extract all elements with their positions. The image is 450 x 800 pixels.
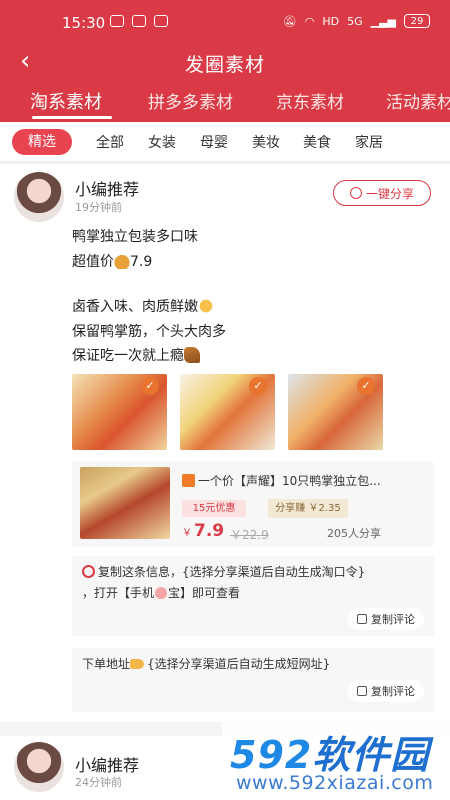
category-baby[interactable]: 母婴 [200, 132, 228, 152]
product-name-text: 一个价【声耀】10只鸭掌独立包... [198, 474, 381, 488]
tab-taoxi[interactable]: 淘系素材 [30, 88, 102, 114]
copy-icon [357, 614, 367, 624]
clap-icon [198, 298, 214, 314]
money-bag-icon [114, 253, 130, 269]
mute-icon: 🔕︎ [282, 14, 297, 28]
author-name: 小编推荐 [75, 180, 140, 199]
product-image [80, 467, 170, 539]
tmall-icon [182, 474, 195, 487]
watermark-logo: 592软件园 [230, 724, 429, 779]
category-bar: 精选 全部 女装 母婴 美妆 美食 家居 [0, 122, 450, 162]
post-card: 小编推荐 19分钟前 一键分享 鸭掌独立包装多口味 超值价 7.9 卤香入味、肉质… [0, 164, 450, 722]
tab-bar: 淘系素材 拼多多素材 京东素材 活动素材 [0, 82, 450, 122]
post-text-line: 超值价 7.9 [72, 251, 152, 271]
post-text-span: 保证吃一次就上瘾 [72, 348, 184, 364]
price-text-value: 7.9 [130, 254, 153, 270]
app-header: 15:30 🔕︎ ◠ HD 5G ▁▃▅ 29 ‹ 发圈素材 淘系素材 拼多多素… [0, 0, 450, 122]
status-time: 15:30 [62, 14, 106, 32]
comment-line: 复制这条信息，{选择分享渠道后自动生成淘口令} [82, 562, 365, 582]
comment-text: 宝】即可查看 [168, 586, 241, 600]
copy-comment-button[interactable]: 复制评论 [348, 608, 424, 630]
product-image-thumbnail[interactable]: ✓ [288, 374, 383, 450]
category-all[interactable]: 全部 [96, 132, 124, 152]
signal-icon: ▁▃▅ [370, 14, 396, 28]
product-price: ￥ 7.9 [182, 521, 224, 541]
price-text-label: 超值价 [72, 254, 114, 270]
gallery-icon [110, 15, 124, 27]
share-label: 一键分享 [365, 186, 414, 201]
check-icon[interactable]: ✓ [357, 377, 375, 395]
product-image-thumbnail[interactable]: ✓ [72, 374, 167, 450]
comment-text: 复制这条信息，{选择分享渠道后自动生成淘口令} [98, 565, 366, 579]
title-row: ‹ 发圈素材 [0, 44, 450, 80]
currency-symbol: ￥ [182, 528, 192, 539]
status-bar: 15:30 🔕︎ ◠ HD 5G ▁▃▅ 29 [0, 0, 450, 44]
watermark-number: 592 [230, 733, 313, 777]
avatar [14, 172, 64, 222]
post-text-line: 卤香入味、肉质鲜嫩 [72, 296, 214, 316]
comment-box: 复制这条信息，{选择分享渠道后自动生成淘口令} ，打开【手机 宝】即可查看 复制评… [72, 556, 434, 636]
translate-icon [132, 15, 146, 27]
comment-text: ，打开【手机 [82, 586, 155, 600]
post-text-line: 保证吃一次就上瘾 [72, 345, 200, 365]
wechat-icon [154, 15, 168, 27]
price-value: 7.9 [194, 521, 225, 541]
category-beauty[interactable]: 美妆 [252, 132, 280, 152]
peach-icon [155, 587, 168, 599]
category-home[interactable]: 家居 [355, 132, 383, 152]
pointing-hand-icon [130, 659, 145, 669]
tab-pinduoduo[interactable]: 拼多多素材 [148, 88, 233, 113]
copy-icon [357, 686, 367, 696]
post-time: 24分钟前 [75, 776, 122, 789]
comment-line: ，打开【手机 宝】即可查看 [82, 583, 240, 603]
notification-icons [110, 15, 168, 27]
post-text-span: 卤香入味、肉质鲜嫩 [72, 299, 198, 315]
share-count: 205人分享 [327, 527, 381, 540]
watermark-url: www.592xiazai.com [236, 772, 434, 794]
coupon-badge: 15元优惠 [182, 500, 246, 517]
comment-text: 下单地址 [82, 657, 131, 671]
wifi-icon: ◠ [304, 14, 315, 28]
prohibited-icon [82, 565, 95, 578]
category-selected[interactable]: 精选 [12, 129, 72, 155]
post-time: 19分钟前 [75, 201, 122, 214]
tab-activity[interactable]: 活动素材 [386, 88, 450, 113]
tab-jingdong[interactable]: 京东素材 [276, 88, 344, 113]
battery-icon: 29 [404, 14, 430, 28]
copy-comment-button[interactable]: 复制评论 [348, 680, 424, 702]
emoji-icon [184, 347, 200, 363]
watermark-text: 软件园 [312, 733, 430, 777]
category-food[interactable]: 美食 [303, 132, 331, 152]
watermark: 592软件园 www.592xiazai.com [222, 718, 450, 800]
share-icon [349, 187, 362, 199]
product-card[interactable]: 一个价【声耀】10只鸭掌独立包... 15元优惠 分享赚 ￥2.35 ￥ 7.9 … [72, 461, 434, 547]
share-earn-badge: 分享赚 ￥2.35 [268, 499, 348, 518]
product-image-thumbnail[interactable]: ✓ [180, 374, 275, 450]
avatar [14, 742, 64, 792]
page-title: 发圈素材 [184, 54, 265, 76]
comment-text: {选择分享渠道后自动生成短网址} [147, 657, 331, 671]
original-price: ￥22.9 [230, 528, 269, 542]
active-tab-indicator [32, 116, 112, 119]
signal-label: 5G [347, 14, 363, 28]
copy-label: 复制评论 [371, 613, 415, 626]
one-click-share-button[interactable]: 一键分享 [333, 180, 431, 206]
check-icon[interactable]: ✓ [249, 377, 267, 395]
status-right: 🔕︎ ◠ HD 5G ▁▃▅ 29 [283, 14, 430, 28]
network-hd-label: HD [322, 14, 340, 28]
author-name: 小编推荐 [75, 756, 140, 775]
comment-line: 下单地址 {选择分享渠道后自动生成短网址} [82, 654, 330, 674]
copy-label: 复制评论 [371, 685, 415, 698]
check-icon[interactable]: ✓ [141, 377, 159, 395]
product-name: 一个价【声耀】10只鸭掌独立包... [182, 472, 427, 489]
comment-box: 下单地址 {选择分享渠道后自动生成短网址} 复制评论 [72, 648, 434, 712]
post-text-line: 鸭掌独立包装多口味 [72, 229, 198, 245]
category-women[interactable]: 女装 [148, 132, 176, 152]
post-text-line: 保留鸭掌筋，个头大肉多 [72, 324, 226, 340]
